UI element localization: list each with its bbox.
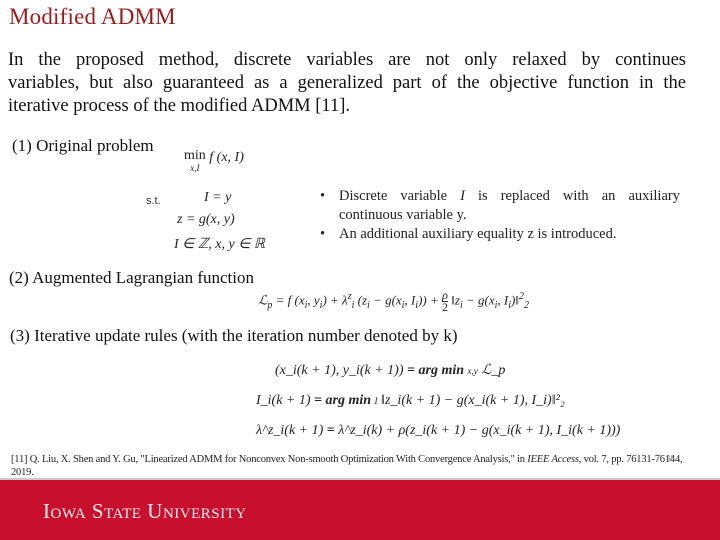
- reference-citation: [11] Q. Liu, X. Shen and Y. Gu, "Lineari…: [11, 454, 683, 478]
- intro-line-2: variables, but also guaranteed as a gene…: [8, 73, 686, 93]
- bullet-dot-icon: •: [320, 226, 326, 242]
- page-number: 38: [666, 454, 675, 463]
- update-rule-lambda: λ^z_i(k + 1) = λ^z_i(k) + ρ(z_i(k + 1) −…: [256, 423, 621, 438]
- intro-paragraph: In the proposed method, discrete variabl…: [8, 49, 686, 118]
- update-rule-I: I_i(k + 1) = arg min I ‖z_i(k + 1) − g(x…: [256, 393, 565, 408]
- section-augmented-lagrangian: (2) Augmented Lagrangian function: [9, 268, 255, 287]
- slide-title: Modified ADMM: [9, 4, 176, 29]
- subject-to-label: s.t.: [146, 195, 161, 207]
- bullet-dot-icon: •: [320, 188, 326, 204]
- bullet-item-2: • An additional auxiliary equality z is …: [320, 226, 617, 242]
- constraint-1: I = y: [204, 190, 232, 205]
- constraint-3: I ∈ ℤ, x, y ∈ ℝ: [174, 237, 265, 252]
- university-logo: Iowa State University: [43, 499, 247, 523]
- min-operator: min x,I: [184, 148, 206, 174]
- section-original-problem: (1) Original problem: [12, 136, 154, 155]
- intro-line-3: iterative process of the modified ADMM […: [8, 96, 350, 116]
- bullet-item-1: • Discrete variable I is replaced with a…: [320, 188, 680, 223]
- objective-formula: min x,I f (x, I): [184, 148, 244, 174]
- journal-name: IEEE Access: [527, 454, 579, 465]
- bullet-list: • Discrete variable I is replaced with a…: [318, 187, 680, 244]
- section-update-rules: (3) Iterative update rules (with the ite…: [10, 326, 458, 345]
- update-rule-xy: (x_i(k + 1), y_i(k + 1)) = arg min x,y ℒ…: [275, 363, 506, 378]
- intro-line-1: In the proposed method, discrete variabl…: [8, 50, 686, 70]
- lagrangian-formula: ℒp = f (xi, yi) + λzi (zi − g(xi, Ii)) +…: [258, 288, 530, 314]
- rho-half-fraction: ρ2: [442, 288, 449, 314]
- constraint-2: z = g(x, y): [177, 212, 235, 227]
